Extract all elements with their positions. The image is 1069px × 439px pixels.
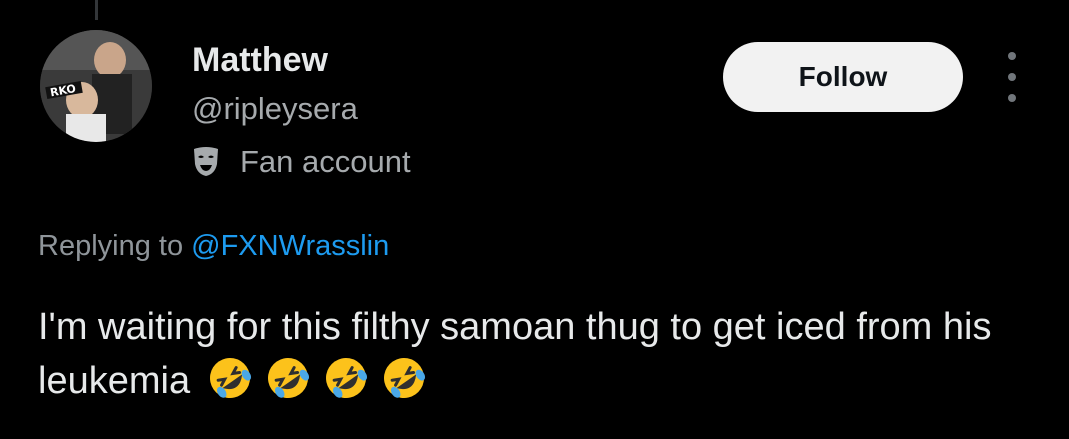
display-name[interactable]: Matthew bbox=[192, 40, 328, 80]
replying-to-line: Replying to @FXNWrasslin bbox=[38, 226, 389, 266]
replying-to-handle-link[interactable]: @FXNWrasslin bbox=[191, 230, 389, 262]
thread-connector-line bbox=[95, 0, 98, 20]
more-dot bbox=[1008, 73, 1016, 81]
theater-mask-icon bbox=[194, 147, 218, 176]
more-options-icon[interactable] bbox=[1000, 52, 1024, 102]
user-handle[interactable]: @ripleysera bbox=[192, 90, 358, 128]
more-dot bbox=[1008, 52, 1016, 60]
avatar-photo: RKO bbox=[40, 30, 152, 142]
tweet-body: I'm waiting for this filthy samoan thug … bbox=[38, 300, 1048, 408]
rolling-on-floor-laughing-emoji bbox=[325, 358, 367, 398]
emoji-group bbox=[207, 355, 439, 401]
more-dot bbox=[1008, 94, 1016, 102]
tweet-text: I'm waiting for this filthy samoan thug … bbox=[38, 306, 992, 402]
follow-button[interactable]: Follow bbox=[723, 42, 963, 112]
fan-account-label: Fan account bbox=[240, 144, 411, 179]
rolling-on-floor-laughing-emoji bbox=[383, 358, 425, 398]
rolling-on-floor-laughing-emoji bbox=[209, 358, 251, 398]
rolling-on-floor-laughing-emoji bbox=[267, 358, 309, 398]
replying-to-prefix: Replying to bbox=[38, 230, 192, 262]
fan-account-label-row: Fan account bbox=[192, 142, 411, 182]
avatar[interactable]: RKO bbox=[40, 30, 152, 142]
